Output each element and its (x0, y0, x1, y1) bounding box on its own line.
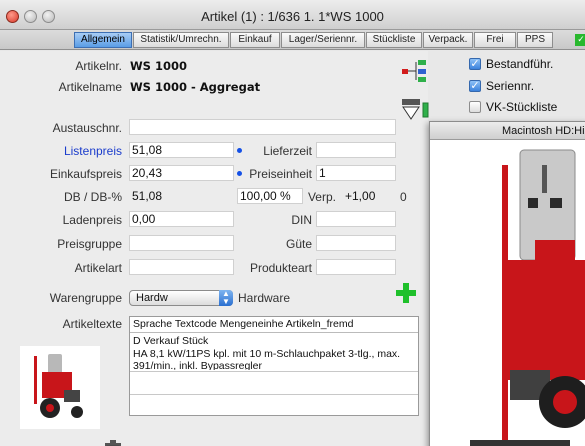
bestandfuehr-label: Bestandführ. (486, 57, 554, 71)
bestandfuehr-checkbox[interactable]: ✓ (469, 58, 481, 70)
artikelnr-label: Artikelnr. (75, 59, 122, 73)
status-icon: ✓ (575, 34, 585, 46)
artikeltexte-header: Sprache Textcode Mengeneinhe Artikeln_fr… (130, 317, 418, 333)
artikelname-label: Artikelname (58, 80, 122, 94)
austauschnr-field[interactable] (129, 119, 396, 135)
artikelart-field[interactable] (129, 259, 234, 275)
einkaufspreis-dot-icon (237, 171, 242, 176)
seriennr-label: Seriennr. (486, 79, 535, 93)
tab-pps[interactable]: PPS (517, 32, 553, 48)
austauschnr-label: Austauschnr. (52, 121, 122, 135)
artikelnr-value[interactable]: WS 1000 (130, 59, 187, 73)
preiseinheit-field[interactable]: 1 (316, 165, 396, 181)
tab-allgemein[interactable]: Allgemein (74, 32, 132, 48)
verp-value: +1,00 (342, 188, 396, 204)
tab-frei[interactable]: Frei (474, 32, 516, 48)
product-thumbnail[interactable] (20, 346, 100, 429)
tab-statistik[interactable]: Statistik/Umrechn. (133, 32, 229, 48)
produktart-field[interactable] (316, 259, 396, 275)
listenpreis-label[interactable]: Listenpreis (64, 144, 122, 158)
image-viewer-window[interactable]: Macintosh HD:Hi (429, 121, 585, 446)
produktart-label: Produkteart (249, 261, 312, 275)
artikeltexte-row-text[interactable]: HA 8,1 kW/11PS kpl. mit 10 m-Schlauchpak… (133, 348, 400, 360)
artikeltexte-row-lang[interactable]: D Verkauf Stück (133, 335, 208, 347)
price-tag-icon[interactable] (402, 99, 430, 124)
chevron-updown-icon: ▲ ▼ (219, 290, 233, 306)
tab-lager[interactable]: Lager/Seriennr. (281, 32, 365, 48)
window-title: Artikel (1) : 1/636 1. 1*WS 1000 (201, 9, 384, 24)
divider (130, 394, 418, 395)
vk-stueckliste-label: VK-Stückliste (486, 100, 558, 114)
guete-field[interactable] (316, 235, 396, 251)
tab-verpack[interactable]: Verpack. (423, 32, 473, 48)
verp-extra: 0 (400, 190, 407, 204)
einkaufspreis-field[interactable]: 20,43 (129, 165, 234, 181)
tab-stueckliste[interactable]: Stückliste (366, 32, 422, 48)
hierarchy-icon[interactable] (402, 59, 428, 86)
warengruppe-label: Warengruppe (49, 291, 122, 305)
artikeltexte-list[interactable]: Sprache Textcode Mengeneinhe Artikeln_fr… (129, 316, 419, 416)
lieferzeit-field[interactable] (316, 142, 396, 158)
preisgruppe-label: Preisgruppe (57, 237, 122, 251)
pressure-washer-photo (430, 140, 585, 446)
din-label: DIN (291, 213, 312, 227)
preiseinheit-label: Preiseinheit (249, 167, 312, 181)
artikelname-value[interactable]: WS 1000 - Aggregat (130, 80, 260, 94)
pressure-washer-image (34, 354, 83, 418)
tab-einkauf[interactable]: Einkauf (230, 32, 280, 48)
verp-label: Verp. (307, 190, 336, 204)
vk-stueckliste-checkbox[interactable] (469, 101, 481, 113)
image-window-title: Macintosh HD:Hi (430, 122, 585, 140)
artikelart-label: Artikelart (74, 261, 122, 275)
warengruppe-desc: Hardware (238, 291, 291, 305)
form-area: Artikelnr. WS 1000 Artikelname WS 1000 -… (0, 51, 430, 446)
ladenpreis-label: Ladenpreis (62, 213, 122, 227)
artikeltexte-row-text2[interactable]: 391/min., inkl. Bypassregler (133, 360, 262, 370)
preisgruppe-field[interactable] (129, 235, 234, 251)
seriennr-checkbox[interactable]: ✓ (469, 80, 481, 92)
add-icon[interactable] (396, 283, 416, 303)
db-label: DB / DB-% (63, 190, 122, 204)
ladenpreis-field[interactable]: 0,00 (129, 211, 234, 227)
guete-label: Güte (285, 237, 312, 251)
einkaufspreis-label: Einkaufspreis (49, 167, 122, 181)
lieferzeit-label: Lieferzeit (263, 144, 312, 158)
listenpreis-field[interactable]: 51,08 (129, 142, 234, 158)
listenpreis-dot-icon (237, 148, 242, 153)
warengruppe-select[interactable]: Hardw ▲ ▼ (129, 290, 233, 306)
tab-bar: Allgemein Statistik/Umrechn. Einkauf Lag… (0, 30, 585, 50)
artikeltexte-label: Artikeltexte (62, 317, 122, 331)
db-value: 51,08 (129, 188, 234, 204)
warengruppe-selected: Hardw (136, 292, 168, 304)
db-percent-field[interactable]: 100,00 % (237, 188, 303, 204)
divider (130, 371, 418, 372)
trash-icon[interactable] (104, 440, 122, 446)
window-titlebar: Artikel (1) : 1/636 1. 1*WS 1000 (0, 0, 585, 30)
din-field[interactable] (316, 211, 396, 227)
